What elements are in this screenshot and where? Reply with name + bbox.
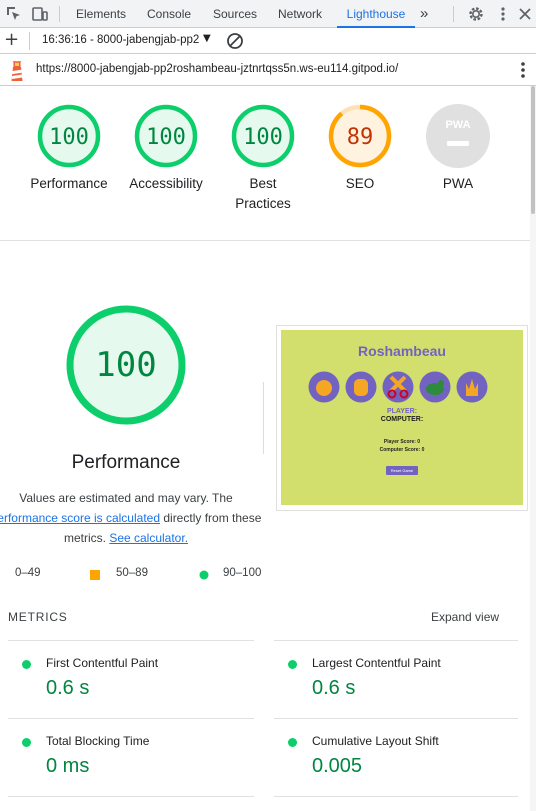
section-divider [263,382,264,454]
tab-separator [453,6,454,22]
metric-divider [8,796,254,797]
tab-network[interactable]: Network [278,0,322,28]
metric-value: 0 ms [46,755,90,777]
report-selector[interactable]: 16:36:16 - 8000-jabengjab-pp2 [42,34,200,46]
computer-score: Computer Score: 0 [379,447,425,453]
more-tabs-button[interactable]: » [420,0,428,28]
computer-label: COMPUTER: [380,416,424,423]
gauge-score: 100 [49,125,89,150]
metric-divider [274,718,518,719]
pass-circle-icon [288,660,297,669]
pass-circle-icon [288,738,297,747]
page-screenshot[interactable]: Roshambeau PLAYER: COMPUTER: Player Scor… [276,325,528,511]
tab-sources[interactable]: Sources [213,0,257,28]
plus-icon[interactable]: + [4,30,19,50]
metric-divider [8,640,254,641]
metric-first-contentful-paint: First Contentful Paint 0.6 s [22,656,262,706]
metric-total-blocking-time: Total Blocking Time 0 ms [22,734,262,784]
gauge-label: SEO [345,176,375,191]
dropdown-caret-icon[interactable]: ▼ [203,33,211,44]
vertical-scrollbar[interactable] [530,86,536,811]
gauge-label: Best Practices [235,176,291,211]
hand-choices-icon [308,371,488,403]
gauge-performance[interactable]: 100 Performance [21,104,117,194]
score-gauges: 100 Performance 100 Accessibility 100 Be… [0,86,530,241]
clear-icon[interactable] [226,32,244,54]
metric-divider [274,796,518,797]
scrollbar-thumb[interactable] [531,86,535,214]
legend-average: 50–89 [90,567,148,580]
metric-value: 0.6 s [312,677,356,699]
tab-lighthouse[interactable]: Lighthouse [337,0,415,28]
gauge-ring: 89 [328,104,392,168]
expand-view-toggle[interactable]: Expand view [431,610,499,624]
screenshot-canvas: Roshambeau PLAYER: COMPUTER: Player Scor… [281,330,523,505]
legend-range: 50–89 [116,567,148,579]
pwa-badge-icon: PWA [426,104,490,168]
score-calculation-link[interactable]: performance score is calculated [0,511,160,525]
toolbar-separator [29,32,30,50]
metric-cumulative-layout-shift: Cumulative Layout Shift 0.005 [288,734,528,784]
close-icon[interactable] [516,5,534,23]
gauge-score: 100 [243,125,283,150]
tab-separator [59,6,60,22]
gauge-label: Performance [30,176,108,191]
gauge-score: 89 [347,125,374,150]
performance-title: Performance [71,452,181,473]
report-url: https://8000-jabengjab-pp2roshambeau-jzt… [36,63,399,75]
gauge-label: PWA [442,176,474,191]
metrics-heading: METRICS [8,610,68,624]
performance-note: Values are estimated and may vary. The p… [0,488,264,548]
metric-name: First Contentful Paint [46,656,159,670]
metric-largest-contentful-paint: Largest Contentful Paint 0.6 s [288,656,528,706]
gauge-ring: 100 [37,104,101,168]
pass-circle-icon [22,738,31,747]
gauge-ring: 100 [134,104,198,168]
more-options-icon[interactable] [494,5,512,23]
legend-range: 0–49 [15,567,41,579]
performance-gauge-large: 100 [66,305,186,429]
pwa-badge-text: PWA [445,119,470,131]
tab-elements[interactable]: Elements [76,0,126,28]
player-label: PLAYER: [386,408,418,415]
inspect-element-icon[interactable] [5,5,23,23]
legend-range: 90–100 [223,567,262,579]
gauge-best-practices[interactable]: 100 Best Practices [215,104,311,214]
legend-pass: 90–100 [199,567,262,580]
metric-divider [274,640,518,641]
gauge-seo[interactable]: 89 SEO [312,104,408,194]
device-toolbar-icon[interactable] [31,5,49,23]
metric-name: Cumulative Layout Shift [312,734,439,748]
player-score: Player Score: 0 [383,439,421,445]
gauge-ring: 100 [231,104,295,168]
more-options-icon[interactable] [518,60,528,84]
report-url-bar: https://8000-jabengjab-pp2roshambeau-jzt… [0,54,536,86]
note-text: Values are estimated and may vary. The [19,491,233,505]
metric-divider [8,718,254,719]
settings-gear-icon[interactable] [467,5,485,23]
reset-game-button: Reset Game [386,466,418,475]
tab-console[interactable]: Console [147,0,191,28]
lighthouse-logo-icon [8,60,26,86]
square-icon [90,570,100,583]
gauge-pwa[interactable]: PWA PWA [410,104,506,194]
gauge-score: 100 [146,125,186,150]
metric-value: 0.6 s [46,677,90,699]
screenshot-title: Roshambeau [358,343,446,359]
pass-circle-icon [22,660,31,669]
metric-value: 0.005 [312,755,363,777]
metric-name: Total Blocking Time [46,734,150,748]
performance-score: 100 [95,345,156,385]
legend-fail: 0–49 [15,567,41,579]
see-calculator-link[interactable]: See calculator. [109,531,188,545]
metric-name: Largest Contentful Paint [312,656,441,670]
circle-icon [199,570,209,583]
lighthouse-toolbar: + 16:36:16 - 8000-jabengjab-pp2 ▼ [0,28,536,54]
gauge-accessibility[interactable]: 100 Accessibility [118,104,214,194]
gauge-label: Accessibility [129,176,203,191]
devtools-tab-bar: Elements Console Sources Network Lightho… [0,0,536,28]
